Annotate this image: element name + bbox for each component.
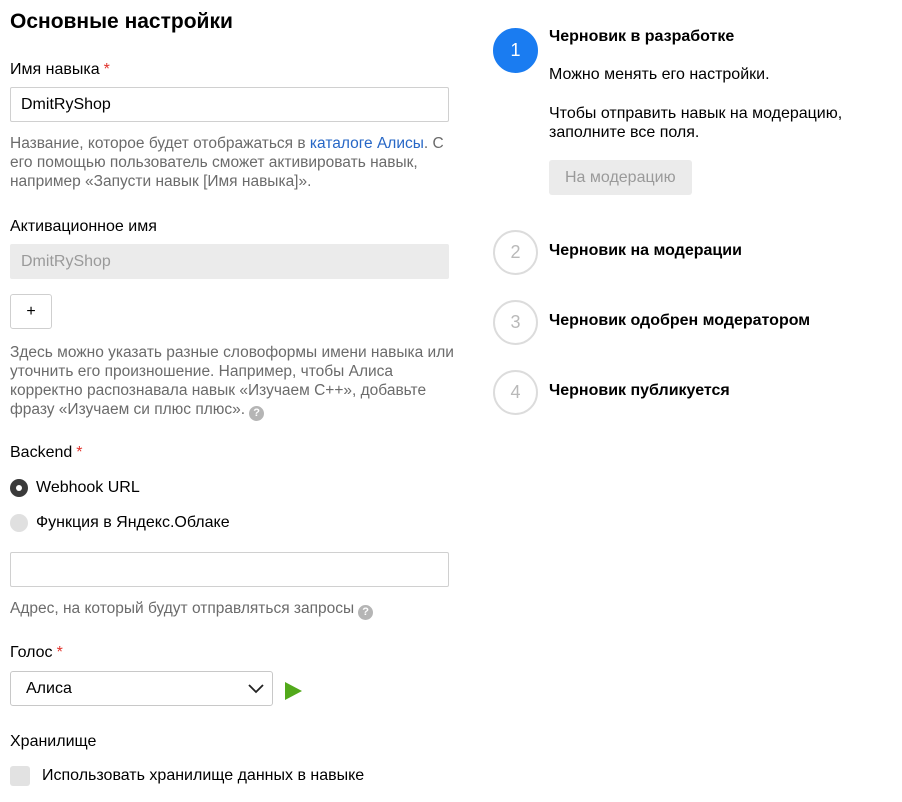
storage-checkbox-row[interactable]: Использовать хранилище данных в навыке — [10, 766, 364, 786]
radio-yandex-cloud-function[interactable]: Функция в Яндекс.Облаке — [10, 513, 230, 533]
webhook-url-hint: Адрес, на который будут отправляться зап… — [10, 599, 455, 620]
step-3-title: Черновик одобрен модератором — [549, 312, 811, 329]
activation-name-input — [10, 244, 449, 279]
alice-catalog-link[interactable]: каталоге Алисы — [310, 135, 424, 152]
voice-label: Голос * — [10, 643, 63, 663]
step-1-circle: 1 — [493, 28, 538, 73]
webhook-url-input[interactable] — [10, 552, 449, 587]
step-1-instructions: Чтобы отправить навык на модерацию, запо… — [549, 105, 843, 141]
activation-name-hint-text: Здесь можно указать разные словоформы им… — [10, 344, 454, 418]
backend-label: Backend * — [10, 443, 83, 463]
skill-name-hint: Название, которое будет отображаться в к… — [10, 134, 455, 191]
voice-select-value: Алиса — [26, 679, 72, 697]
webhook-url-hint-text: Адрес, на который будут отправляться зап… — [10, 600, 355, 617]
activation-name-label: Активационное имя — [10, 218, 157, 235]
help-icon[interactable]: ? — [249, 406, 265, 421]
add-activation-name-button[interactable]: + — [10, 294, 52, 329]
activation-name-hint: Здесь можно указать разные словоформы им… — [10, 343, 455, 421]
required-mark: * — [56, 644, 63, 661]
voice-label-text: Голос — [10, 644, 53, 661]
skill-name-label: Имя навыка * — [10, 60, 110, 80]
voice-select[interactable]: Алиса — [10, 671, 273, 706]
skill-name-hint-text: Название, которое будет отображаться в — [10, 135, 310, 152]
step-1-title: Черновик в разработке — [549, 28, 735, 45]
radio-selected-icon[interactable] — [10, 479, 28, 497]
chevron-down-icon — [248, 683, 264, 693]
storage-checkbox-label: Использовать хранилище данных в навыке — [42, 767, 365, 784]
required-mark: * — [76, 444, 83, 461]
backend-label-text: Backend — [10, 444, 73, 461]
storage-label: Хранилище — [10, 733, 97, 750]
send-to-moderation-button[interactable]: На модерацию — [549, 160, 692, 195]
step-4-title: Черновик публикуется — [549, 382, 730, 399]
radio-webhook-url[interactable]: Webhook URL — [10, 478, 140, 498]
step-2-title: Черновик на модерации — [549, 242, 742, 259]
radio-cloud-label: Функция в Яндекс.Облаке — [36, 514, 230, 531]
help-icon[interactable]: ? — [358, 605, 374, 620]
skill-name-input[interactable] — [10, 87, 449, 122]
step-4-circle: 4 — [493, 370, 538, 415]
play-voice-icon[interactable] — [285, 682, 302, 700]
storage-checkbox[interactable] — [10, 766, 30, 786]
step-3-circle: 3 — [493, 300, 538, 345]
radio-unselected-icon[interactable] — [10, 514, 28, 532]
step-1-text: Можно менять его настройки. — [549, 66, 770, 83]
required-mark: * — [103, 61, 110, 78]
page-title: Основные настройки — [10, 10, 233, 33]
step-2-circle: 2 — [493, 230, 538, 275]
radio-webhook-label: Webhook URL — [36, 479, 140, 496]
skill-name-label-text: Имя навыка — [10, 61, 100, 78]
